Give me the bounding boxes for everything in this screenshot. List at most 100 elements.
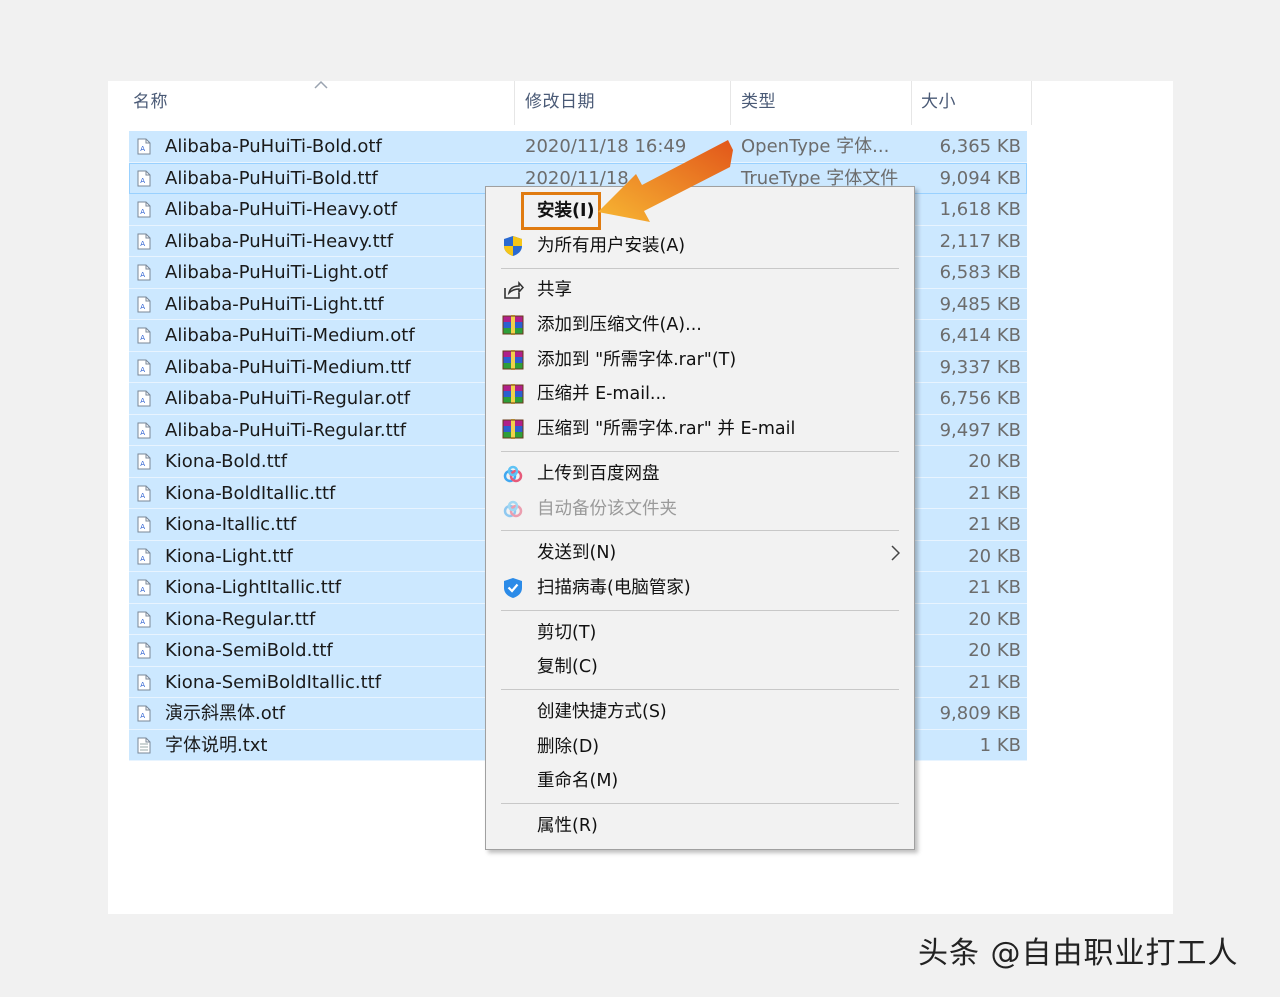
file-name: Alibaba-PuHuiTi-Medium.ttf [165,356,411,378]
column-header-type[interactable]: 类型 [741,81,911,125]
pointer-arrow-icon [598,140,733,222]
column-header-size[interactable]: 大小 [921,81,1031,125]
menu-item-label: 创建快捷方式(S) [537,702,667,722]
column-divider[interactable] [911,81,912,125]
file-size: 9,485 KB [939,293,1021,315]
menu-separator [501,689,899,690]
menu-item-delete[interactable]: 删除(D) [486,730,914,764]
menu-item-create-shortcut[interactable]: 创建快捷方式(S) [486,695,914,729]
menu-item-upload-baidu[interactable]: 上传到百度网盘 [486,457,914,491]
file-name: Alibaba-PuHuiTi-Regular.ttf [165,419,407,441]
file-name: Alibaba-PuHuiTi-Bold.ttf [165,167,378,189]
file-name: Kiona-Bold.ttf [165,451,288,472]
file-size: 1,618 KB [939,199,1021,220]
menu-item-properties[interactable]: 属性(R) [486,809,914,843]
font-file-icon: A [137,548,151,565]
text-file-icon [137,737,151,754]
file-name: Alibaba-PuHuiTi-Heavy.otf [165,199,398,220]
column-divider[interactable] [514,81,515,125]
menu-item-label: 自动备份该文件夹 [537,499,677,519]
menu-item-label: 上传到百度网盘 [537,464,660,484]
baidu-netdisk-icon [503,500,523,518]
menu-item-rename[interactable]: 重命名(M) [486,764,914,798]
menu-item-cut[interactable]: 剪切(T) [486,616,914,650]
font-file-icon: A [137,611,151,628]
column-divider[interactable] [730,81,731,125]
font-file-icon: A [137,705,151,722]
install-highlight-box [521,192,601,230]
context-menu: 安装(I) 为所有用户安装(A) 共享 添加到压缩文件(A)... 添加到 "所… [485,186,915,850]
uac-shield-icon [504,236,522,256]
column-header-modified[interactable]: 修改日期 [525,81,725,125]
svg-text:A: A [140,397,145,405]
file-size: 6,756 KB [939,388,1021,409]
file-size: 20 KB [968,640,1021,661]
menu-item-label: 添加到 "所需字体.rar"(T) [537,350,737,370]
menu-item-add-to-archive[interactable]: 添加到压缩文件(A)... [486,308,914,342]
font-file-icon: A [137,516,151,533]
menu-item-label: 扫描病毒(电脑管家) [537,578,691,598]
file-size: 21 KB [968,514,1021,535]
svg-text:A: A [140,712,145,720]
file-size: 21 KB [968,671,1021,693]
menu-item-label: 剪切(T) [537,623,597,643]
svg-text:A: A [140,145,145,153]
menu-item-scan-virus[interactable]: 扫描病毒(电脑管家) [486,571,914,605]
svg-text:A: A [140,334,145,342]
file-name: 演示斜黑体.otf [165,703,286,724]
font-file-icon: A [137,579,151,596]
menu-item-label: 共享 [537,280,572,300]
svg-text:A: A [140,649,145,657]
file-size: 6,365 KB [939,136,1021,157]
svg-text:A: A [140,177,145,185]
menu-separator [501,451,899,452]
menu-item-share[interactable]: 共享 [486,273,914,307]
file-size: 20 KB [968,451,1021,472]
font-file-icon: A [137,453,151,470]
svg-text:A: A [140,523,145,531]
font-file-icon: A [137,390,151,407]
file-size: 20 KB [968,545,1021,567]
column-divider[interactable] [1031,81,1032,125]
share-icon [504,281,524,299]
menu-item-copy[interactable]: 复制(C) [486,650,914,684]
font-file-icon: A [137,422,151,439]
svg-text:A: A [140,555,145,563]
font-file-icon: A [137,264,151,281]
file-size: 6,583 KB [939,262,1021,283]
file-size: 2,117 KB [939,230,1021,252]
file-size: 9,094 KB [939,167,1021,189]
file-name: Kiona-Regular.ttf [165,608,316,630]
menu-separator [501,530,899,531]
font-file-icon: A [137,170,151,187]
menu-item-label: 添加到压缩文件(A)... [537,315,702,335]
menu-item-label: 删除(D) [537,737,600,757]
file-name: Kiona-Light.ttf [165,545,293,567]
svg-text:A: A [140,271,145,279]
chevron-right-icon [891,545,900,561]
file-name: Kiona-BoldItallic.ttf [165,482,336,504]
menu-item-compress-named-email[interactable]: 压缩到 "所需字体.rar" 并 E-mail [486,412,914,446]
file-name: Alibaba-PuHuiTi-Light.ttf [165,293,384,315]
file-name: Alibaba-PuHuiTi-Medium.otf [165,325,415,346]
menu-separator [501,803,899,804]
font-file-icon: A [137,642,151,659]
svg-text:A: A [140,366,145,374]
font-file-icon: A [137,359,151,376]
watermark: 头条 @自由职业打工人 [918,936,1239,971]
menu-item-add-to-named-rar[interactable]: 添加到 "所需字体.rar"(T) [486,343,914,377]
file-type: OpenType 字体... [741,136,890,157]
menu-item-compress-email[interactable]: 压缩并 E-mail... [486,377,914,411]
menu-item-label: 压缩并 E-mail... [537,384,667,404]
file-row[interactable]: A Alibaba-PuHuiTi-Bold.otf 2020/11/18 16:4… [129,131,1027,163]
file-size: 9,809 KB [939,703,1021,724]
menu-separator [501,610,899,611]
menu-item-auto-backup[interactable]: 自动备份该文件夹 [486,492,914,526]
winrar-icon [502,419,524,439]
font-file-icon: A [137,233,151,250]
file-name: Alibaba-PuHuiTi-Heavy.ttf [165,230,394,252]
file-size: 21 KB [968,577,1021,598]
menu-item-send-to[interactable]: 发送到(N) [486,536,914,570]
menu-item-label: 复制(C) [537,657,598,677]
column-header-name[interactable]: 名称 [133,81,513,125]
